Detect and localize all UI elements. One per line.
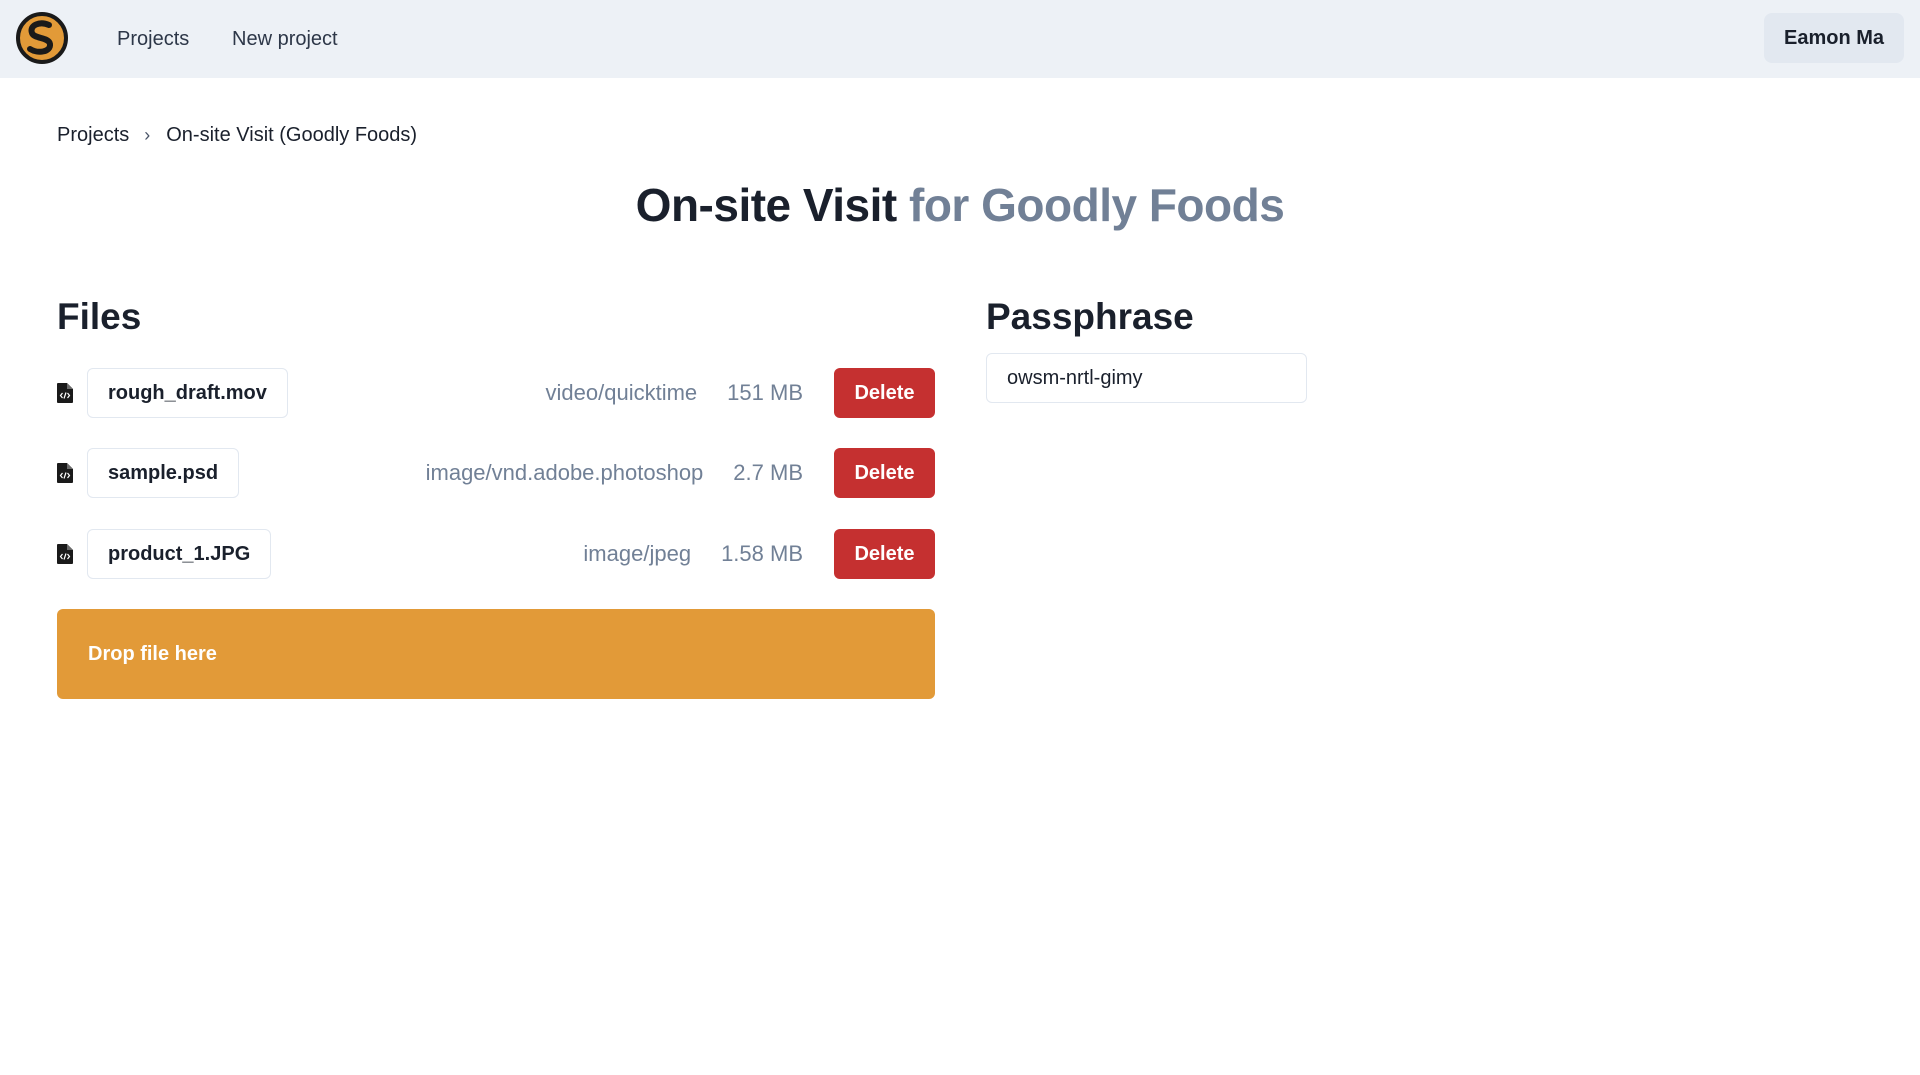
file-type: image/vnd.adobe.photoshop [425,460,704,485]
file-dropzone[interactable]: Drop file here [57,609,935,699]
file-size: 1.58 MB [721,541,803,566]
breadcrumb: Projects › On-site Visit (Goodly Foods) [57,121,417,149]
file-row: product_1.JPG image/jpeg 1.58 MB Delete [57,529,935,579]
top-nav-bar: Projects New project Eamon Ma [0,0,1920,78]
file-meta: image/jpeg 1.58 MB [583,529,803,579]
client-name: for Goodly Foods [909,179,1285,231]
project-name: On-site Visit [635,179,898,231]
file-row: sample.psd image/vnd.adobe.photoshop 2.7 … [57,448,935,498]
file-name-link[interactable]: product_1.JPG [87,529,272,579]
file-type: image/jpeg [583,541,692,566]
app-logo[interactable] [16,12,68,64]
delete-button[interactable]: Delete [834,529,935,579]
passphrase-heading: Passphrase [986,296,1194,337]
breadcrumb-projects[interactable]: Projects [57,124,129,147]
chevron-right-icon: › [144,124,151,145]
file-type: video/quicktime [545,380,698,405]
nav-new-project-link[interactable]: New project [232,0,338,78]
passphrase-input[interactable] [986,353,1307,403]
delete-button[interactable]: Delete [834,368,935,418]
file-name-link[interactable]: sample.psd [87,448,240,498]
breadcrumb-current: On-site Visit (Goodly Foods) [166,123,418,146]
file-meta: image/vnd.adobe.photoshop 2.7 MB [426,448,803,498]
file-row: rough_draft.mov video/quicktime 151 MB De… [57,368,935,418]
page-title: On-site Visit for Goodly Foods [0,178,1920,232]
file-name-link[interactable]: rough_draft.mov [87,368,288,418]
file-meta: video/quicktime 151 MB [546,368,803,418]
file-code-icon [57,544,73,564]
nav-projects-link[interactable]: Projects [117,0,189,78]
file-size: 151 MB [727,380,803,405]
file-size: 2.7 MB [733,460,803,485]
dropzone-label: Drop file here [88,643,217,665]
delete-button[interactable]: Delete [834,448,935,498]
user-menu-button[interactable]: Eamon Ma [1764,13,1904,63]
file-code-icon [57,383,73,403]
files-heading: Files [57,296,142,337]
file-code-icon [57,463,73,483]
